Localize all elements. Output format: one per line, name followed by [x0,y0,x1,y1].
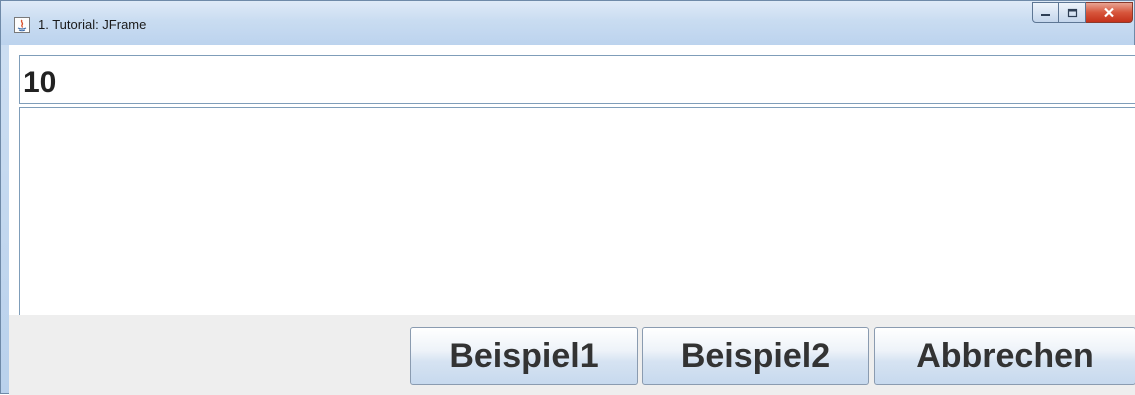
content-pane: Beispiel1 Beispiel2 Abbrechen [9,45,1135,395]
caption-buttons [1032,2,1133,24]
maximize-icon [1067,8,1077,17]
minimize-button[interactable] [1032,2,1059,23]
cancel-button[interactable]: Abbrechen [874,327,1135,385]
window-title: 1. Tutorial: JFrame [38,17,147,32]
close-icon [1104,7,1114,18]
beispiel2-button[interactable]: Beispiel2 [642,327,869,385]
close-button[interactable] [1086,2,1133,23]
button-panel: Beispiel1 Beispiel2 Abbrechen [9,315,1135,395]
beispiel1-button[interactable]: Beispiel1 [410,327,638,385]
app-window: 1. Tutorial: JFrame Be [0,0,1135,395]
java-icon[interactable] [14,17,30,33]
maximize-button[interactable] [1059,2,1086,23]
number-text-field[interactable] [19,55,1135,104]
title-bar[interactable]: 1. Tutorial: JFrame [1,1,1134,45]
minimize-icon [1041,14,1050,16]
